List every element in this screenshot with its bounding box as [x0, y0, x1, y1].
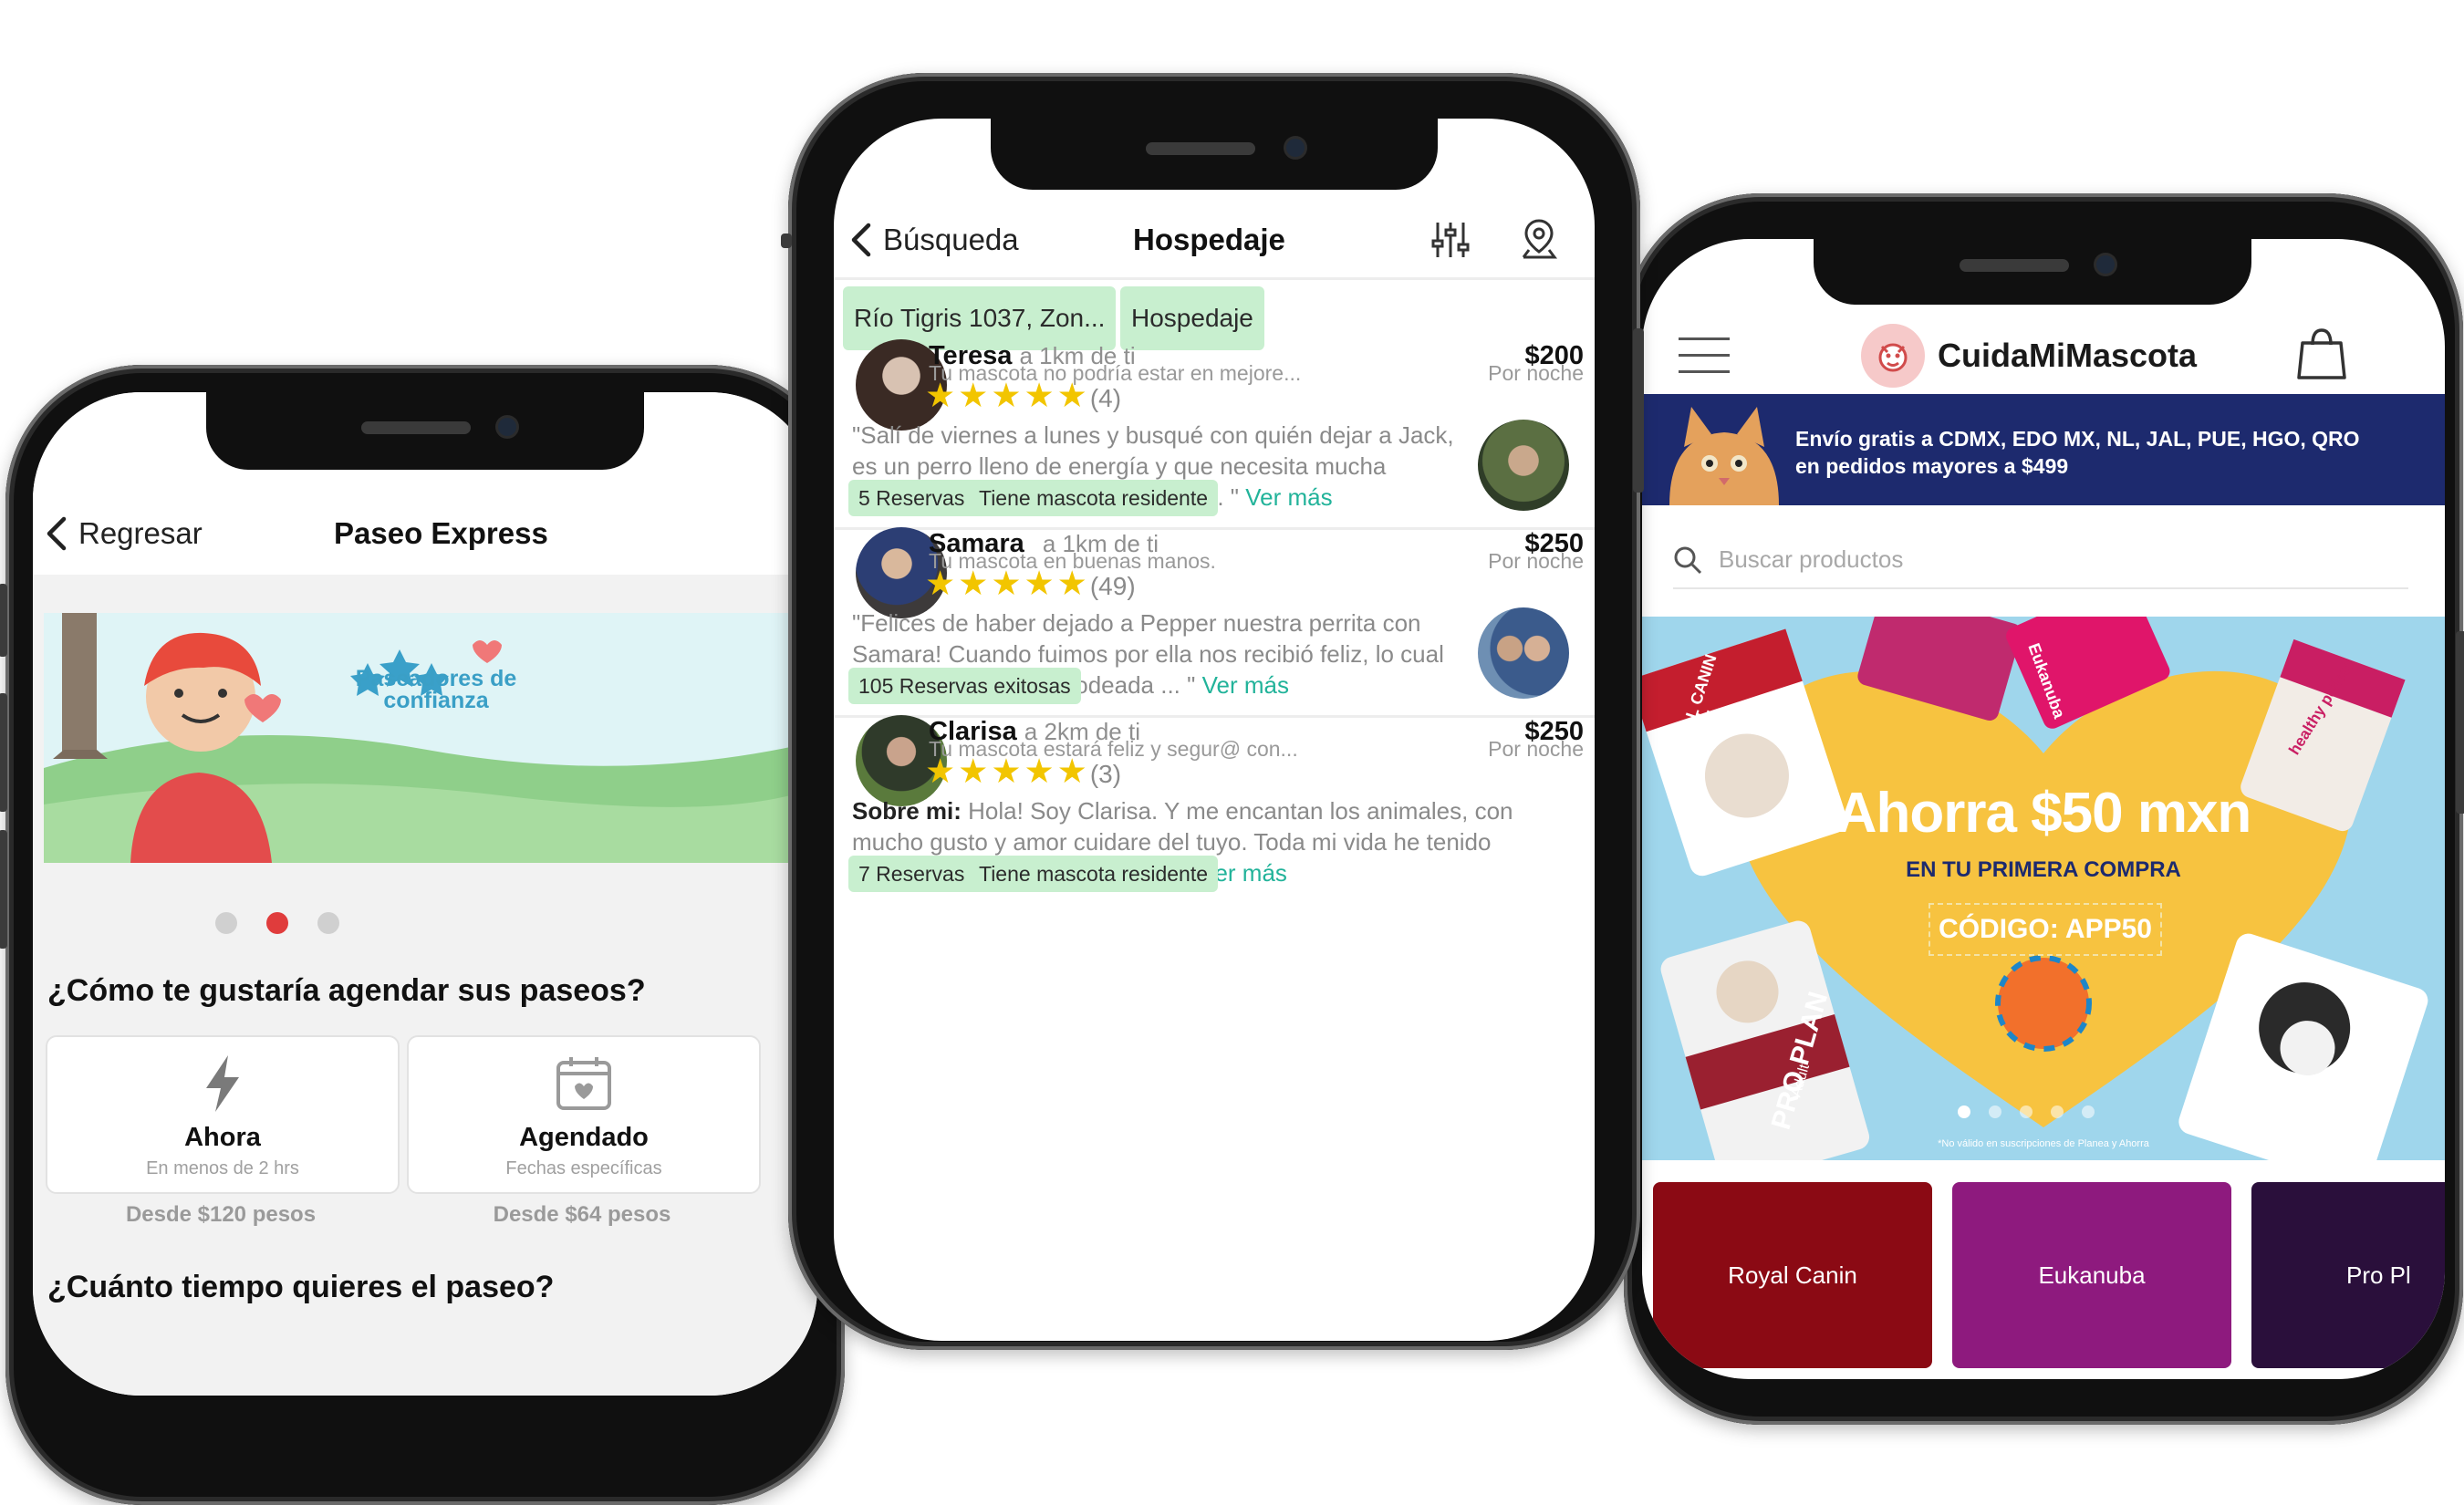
about-label: Sobre mi:	[852, 797, 962, 825]
back-label: Búsqueda	[883, 223, 1019, 256]
brand-logo[interactable]: CuidaMiMascota	[1861, 321, 2197, 390]
chevron-left-icon	[47, 516, 67, 551]
back-label: Regresar	[78, 516, 203, 550]
speaker	[1146, 142, 1255, 155]
banner-illustration	[44, 613, 817, 863]
screen-left: Regresar Paseo Express Paseadores de con…	[33, 392, 817, 1396]
promo-title: Ahorra $50 mxn	[1835, 782, 2252, 845]
menu-icon[interactable]	[1679, 334, 1730, 373]
carousel-dot-active[interactable]	[1958, 1105, 1970, 1118]
notch	[991, 119, 1438, 190]
brand-tile-label: Eukanuba	[2038, 1261, 2146, 1289]
brand-tile-royal-canin[interactable]: Royal Canin	[1653, 1182, 1932, 1368]
star-rating: ★★★★★(49)	[925, 565, 1136, 602]
calendar-heart-icon	[556, 1057, 611, 1110]
divider	[834, 277, 1595, 280]
banner-text-line1: Paseadores de	[355, 666, 517, 691]
promo-carousel-dots[interactable]	[1958, 1105, 2104, 1120]
side-button	[781, 234, 792, 248]
star-rating: ★★★★★(3)	[925, 752, 1122, 790]
back-button[interactable]: Búsqueda	[848, 217, 1019, 263]
side-button	[0, 830, 7, 949]
speaker	[361, 421, 471, 434]
map-pin-icon[interactable]	[1520, 217, 1558, 261]
filter-sliders-icon[interactable]	[1430, 219, 1471, 261]
banner-text-line2: confianza	[383, 688, 489, 713]
screen-center: Búsqueda Hospedaje Río Tigris 1037, Zon.…	[834, 119, 1595, 1341]
option-scheduled-card[interactable]: Agendado Fechas específicas	[407, 1035, 761, 1194]
filter-chip-service[interactable]: Hospedaje	[1120, 286, 1264, 350]
front-camera	[498, 418, 516, 436]
badge-resident-pet: Tiene mascota residente	[969, 480, 1219, 516]
brand-tile-pro-plan[interactable]: Pro Pl	[2251, 1182, 2445, 1368]
lightning-icon	[206, 1055, 239, 1112]
power-button	[1633, 328, 1644, 493]
shipping-banner[interactable]: Envío gratis a CDMX, EDO MX, NL, JAL, PU…	[1642, 394, 2445, 505]
brand-tile-label: Pro Pl	[2346, 1261, 2411, 1289]
question-schedule: ¿Cómo te gustaría agendar sus paseos?	[47, 973, 646, 1008]
carousel-dot[interactable]	[2051, 1105, 2064, 1118]
back-button[interactable]: Regresar	[44, 511, 203, 556]
promo-banner[interactable]: ROYAL CANIN SMALL Eukanuba healthy pelle…	[1642, 617, 2445, 1160]
chevron-left-icon	[851, 223, 871, 257]
banner-card: Paseadores de confianza	[44, 613, 817, 863]
option-now-card[interactable]: Ahora En menos de 2 hrs	[46, 1035, 400, 1194]
rating-count: (49)	[1089, 572, 1136, 600]
banner-text: Paseadores de confianza	[281, 666, 591, 713]
cat-image	[1669, 407, 1779, 505]
brand-tile-label: Royal Canin	[1728, 1261, 1857, 1289]
see-more-link[interactable]: Ver más	[1245, 483, 1332, 511]
side-button	[0, 693, 7, 812]
option-now-subtitle: En menos de 2 hrs	[146, 1158, 299, 1178]
page-title: Hospedaje	[1133, 223, 1285, 256]
carousel-dot[interactable]	[1989, 1105, 2001, 1118]
brand-name: CuidaMiMascota	[1938, 337, 2198, 374]
power-button	[2456, 631, 2464, 814]
shopping-bag-icon[interactable]	[2297, 327, 2346, 381]
page-title: Paseo Express	[334, 516, 548, 550]
reviewer-avatar[interactable]	[1478, 420, 1569, 511]
promo-footnote: *No válido en suscripciones de Planea y …	[1938, 1138, 2149, 1149]
carousel-dot-active[interactable]	[266, 912, 288, 934]
notch	[1814, 239, 2251, 305]
notch	[206, 392, 644, 470]
option-scheduled-title: Agendado	[519, 1123, 649, 1152]
badge-resident-pet: Tiene mascota residente	[969, 856, 1219, 892]
listing-price-unit: Por noche	[1488, 737, 1584, 761]
logo-icon	[1861, 324, 1925, 388]
carousel-dot[interactable]	[215, 912, 237, 934]
badge-reservations: 105 Reservas exitosas	[848, 668, 1081, 704]
carousel-dot[interactable]	[2020, 1105, 2033, 1118]
promo-code: CÓDIGO: APP50	[1929, 903, 2162, 956]
search-bar[interactable]: Buscar productos	[1673, 531, 2408, 589]
option-scheduled-subtitle: Fechas específicas	[505, 1158, 662, 1178]
see-more-link[interactable]: Ver más	[1202, 671, 1289, 699]
reviewer-avatar[interactable]	[1478, 607, 1569, 699]
front-camera	[2096, 255, 2115, 274]
listing-price-unit: Por noche	[1488, 361, 1584, 385]
promo-subtitle: EN TU PRIMERA COMPRA	[1906, 857, 2181, 882]
listing-price-unit: Por noche	[1488, 549, 1584, 573]
question-duration: ¿Cuánto tiempo quieres el paseo?	[47, 1270, 555, 1304]
rating-count: (3)	[1089, 760, 1122, 788]
brand-tile-eukanuba[interactable]: Eukanuba	[1952, 1182, 2231, 1368]
star-rating: ★★★★★(4)	[925, 377, 1122, 414]
side-button	[0, 584, 7, 657]
carousel-dots[interactable]	[215, 912, 398, 934]
option-scheduled-price: Desde $64 pesos	[493, 1202, 671, 1227]
search-icon	[1674, 546, 1702, 575]
search-input[interactable]: Buscar productos	[1719, 545, 1903, 574]
speaker	[1960, 259, 2069, 272]
option-now-price: Desde $120 pesos	[125, 1202, 317, 1227]
shipping-text: Envío gratis a CDMX, EDO MX, NL, JAL, PU…	[1795, 427, 2360, 478]
front-camera	[1286, 139, 1305, 157]
carousel-dot[interactable]	[2082, 1105, 2095, 1118]
rating-count: (4)	[1089, 384, 1122, 412]
carousel-dot[interactable]	[317, 912, 339, 934]
screen-right: CuidaMiMascota Envío gratis a CDMX, EDO …	[1642, 239, 2445, 1379]
option-now-title: Ahora	[184, 1123, 261, 1152]
